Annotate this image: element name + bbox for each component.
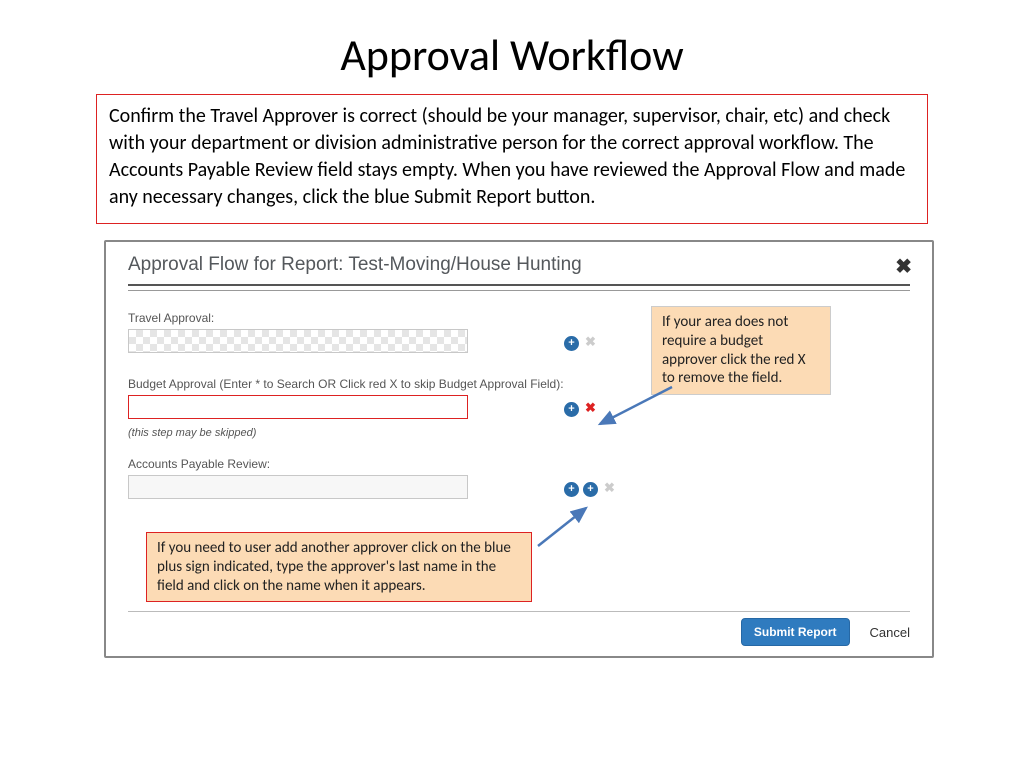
plus-icon[interactable]: +	[564, 402, 579, 417]
remove-icon: ✖	[583, 336, 598, 351]
dialog-title: Approval Flow for Report: Test-Moving/Ho…	[128, 252, 910, 282]
divider	[128, 611, 910, 612]
approval-dialog-screenshot: Approval Flow for Report: Test-Moving/Ho…	[104, 240, 934, 658]
submit-report-button[interactable]: Submit Report	[741, 618, 850, 646]
arrow-icon	[534, 502, 604, 552]
accounts-payable-input[interactable]	[128, 475, 468, 499]
instruction-box: Confirm the Travel Approver is correct (…	[96, 94, 928, 224]
divider	[128, 290, 910, 291]
plus-icon[interactable]: +	[564, 482, 579, 497]
travel-approval-input[interactable]	[128, 329, 468, 353]
callout-budget-x: If your area does not require a budget a…	[651, 306, 831, 395]
divider	[128, 284, 910, 286]
budget-approval-input[interactable]	[128, 395, 468, 419]
plus-icon[interactable]: +	[583, 482, 598, 497]
remove-icon[interactable]: ✖	[583, 402, 598, 417]
accounts-payable-row: Accounts Payable Review: + + ✖	[128, 457, 910, 499]
page-title: Approval Workflow	[0, 0, 1024, 94]
remove-icon: ✖	[602, 482, 617, 497]
plus-icon[interactable]: +	[564, 336, 579, 351]
accounts-payable-label: Accounts Payable Review:	[128, 457, 910, 471]
close-icon[interactable]: ✖	[895, 254, 912, 279]
cancel-button[interactable]: Cancel	[870, 625, 910, 640]
skip-note: (this step may be skipped)	[128, 427, 910, 439]
callout-add-approver: If you need to user add another approver…	[146, 532, 532, 602]
